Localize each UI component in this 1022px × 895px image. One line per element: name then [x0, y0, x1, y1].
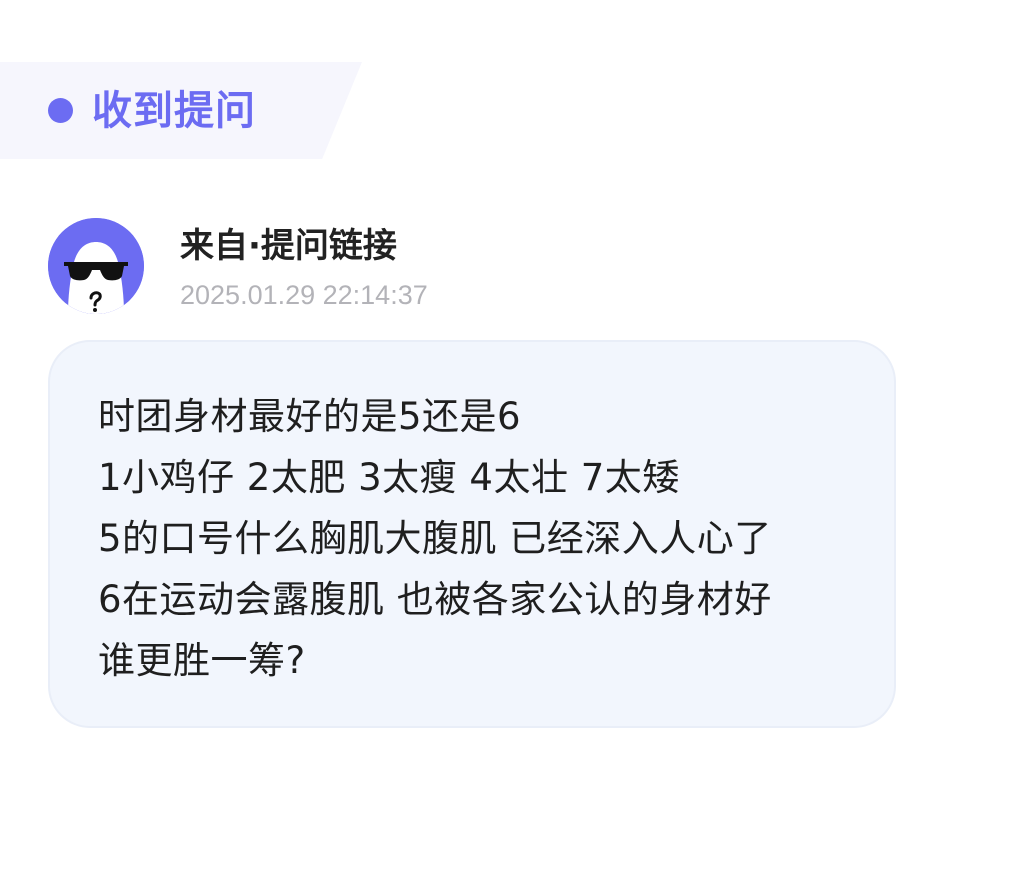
source-label: 来自·提问链接 [180, 226, 397, 266]
question-line: 5的口号什么胸肌大腹肌 已经深入人心了 [98, 517, 772, 560]
question-card: 时团身材最好的是5还是6 1小鸡仔 2太肥 3太瘦 4太壮 7太矮 5的口号什么… [48, 340, 896, 728]
sunglasses-ghost-icon [48, 218, 144, 314]
question-line: 6在运动会露腹肌 也被各家公认的身材好 [98, 578, 772, 621]
question-line: 时团身材最好的是5还是6 [98, 395, 522, 438]
timestamp: 2025.01.29 22:14:37 [180, 280, 428, 310]
question-line: 1小鸡仔 2太肥 3太瘦 4太壮 7太矮 [98, 456, 680, 499]
page-title: 收到提问 [92, 88, 256, 134]
avatar[interactable] [48, 218, 144, 314]
dot-icon [48, 98, 73, 123]
question-line: 谁更胜一筹? [98, 639, 306, 682]
